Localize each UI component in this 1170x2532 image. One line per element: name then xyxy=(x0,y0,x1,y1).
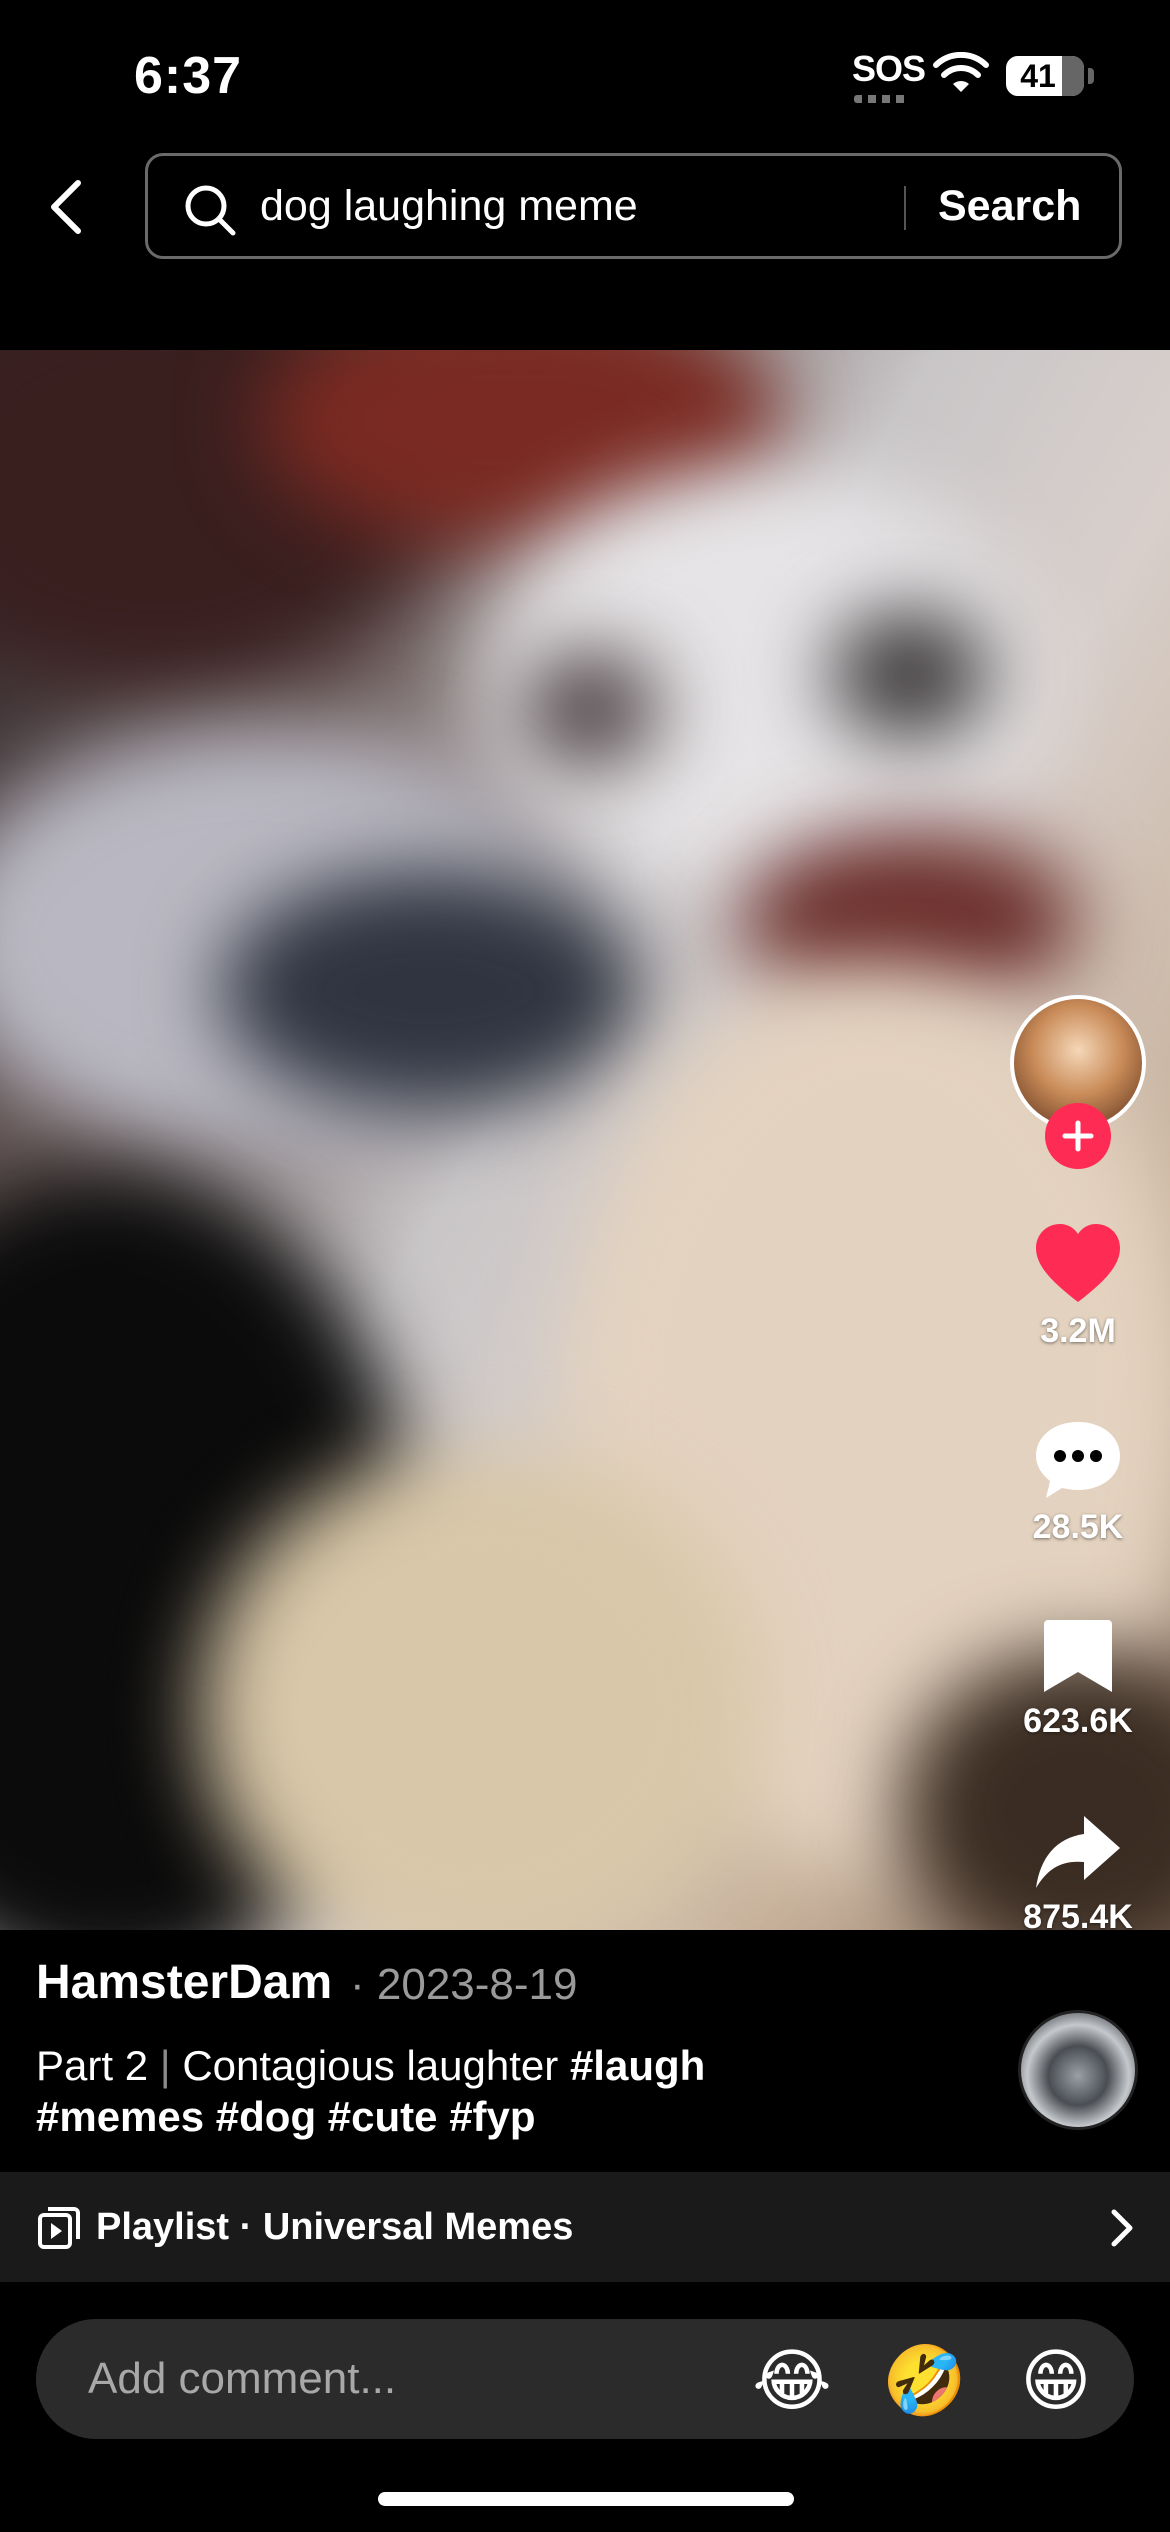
video-blur-shape xyxy=(220,870,640,1110)
back-button[interactable] xyxy=(36,172,96,242)
status-bar: 6:37 SOS 41 xyxy=(0,0,1170,140)
emoji-tears-of-joy-button[interactable]: 😂 xyxy=(750,2339,834,2423)
search-input[interactable]: dog laughing meme xyxy=(260,156,638,256)
hashtag[interactable]: #cute xyxy=(328,2093,438,2140)
heart-icon xyxy=(1036,1224,1120,1302)
like-button[interactable]: 3.2M xyxy=(1005,1222,1151,1351)
sos-indicator: SOS xyxy=(852,48,926,89)
wifi-icon xyxy=(933,52,989,92)
post-date: · 2023-8-19 xyxy=(350,1960,578,2009)
creator-username[interactable]: HamsterDam xyxy=(36,1955,332,2010)
comment-bar: Add comment... 😂 🤣 😁 xyxy=(36,2319,1134,2439)
battery-icon: 41 xyxy=(1006,56,1084,96)
emoji-grin-button[interactable]: 😁 xyxy=(1014,2339,1098,2423)
battery-level: 41 xyxy=(1020,58,1056,94)
bookmark-icon xyxy=(1044,1620,1112,1692)
music-disc[interactable] xyxy=(1018,2010,1138,2130)
save-count: 623.6K xyxy=(1023,1702,1133,1740)
playlist-icon xyxy=(38,2207,80,2249)
post-caption: Part 2 | Contagious laughter #laugh #mem… xyxy=(36,2040,936,2142)
video-blur-shape xyxy=(520,650,660,770)
hashtag[interactable]: #laugh xyxy=(570,2042,705,2089)
hashtag[interactable]: #fyp xyxy=(449,2093,535,2140)
search-divider xyxy=(904,186,906,230)
caption-lead: Part 2 xyxy=(36,2042,149,2089)
hashtag[interactable]: #memes xyxy=(36,2093,204,2140)
signal-dots-icon xyxy=(854,95,910,103)
hashtag[interactable]: #dog xyxy=(216,2093,316,2140)
follow-button[interactable] xyxy=(1045,1103,1111,1169)
search-field[interactable]: dog laughing meme Search xyxy=(145,153,1122,259)
comment-input[interactable]: Add comment... xyxy=(88,2319,396,2439)
status-time: 6:37 xyxy=(134,47,243,105)
search-button[interactable]: Search xyxy=(938,156,1081,256)
video-blur-shape xyxy=(830,610,990,740)
save-button[interactable]: 623.6K xyxy=(1005,1616,1151,1741)
playlist-label: Playlist · Universal Memes xyxy=(96,2206,574,2248)
search-icon xyxy=(185,185,236,236)
home-indicator[interactable] xyxy=(378,2492,794,2506)
comment-button[interactable]: 28.5K xyxy=(1005,1418,1151,1547)
caption-separator: | xyxy=(159,2042,171,2089)
share-button[interactable]: 875.4K xyxy=(1005,1812,1151,1937)
video-player[interactable] xyxy=(0,350,1170,1930)
comment-icon xyxy=(1036,1422,1120,1498)
chevron-right-icon xyxy=(1111,2209,1133,2247)
chevron-left-icon xyxy=(51,180,81,234)
like-count: 3.2M xyxy=(1040,1312,1116,1350)
plus-icon xyxy=(1062,1120,1094,1152)
playlist-bar[interactable]: Playlist · Universal Memes xyxy=(0,2172,1170,2282)
comment-count: 28.5K xyxy=(1032,1508,1124,1546)
share-count: 875.4K xyxy=(1023,1898,1133,1936)
emoji-rofl-button[interactable]: 🤣 xyxy=(882,2339,967,2423)
caption-text: Contagious laughter xyxy=(182,2042,559,2089)
share-arrow-icon xyxy=(1036,1816,1120,1888)
video-screen: 6:37 SOS 41 dog laughing meme Search 3.2… xyxy=(0,0,1170,2532)
battery-tip xyxy=(1088,68,1094,84)
